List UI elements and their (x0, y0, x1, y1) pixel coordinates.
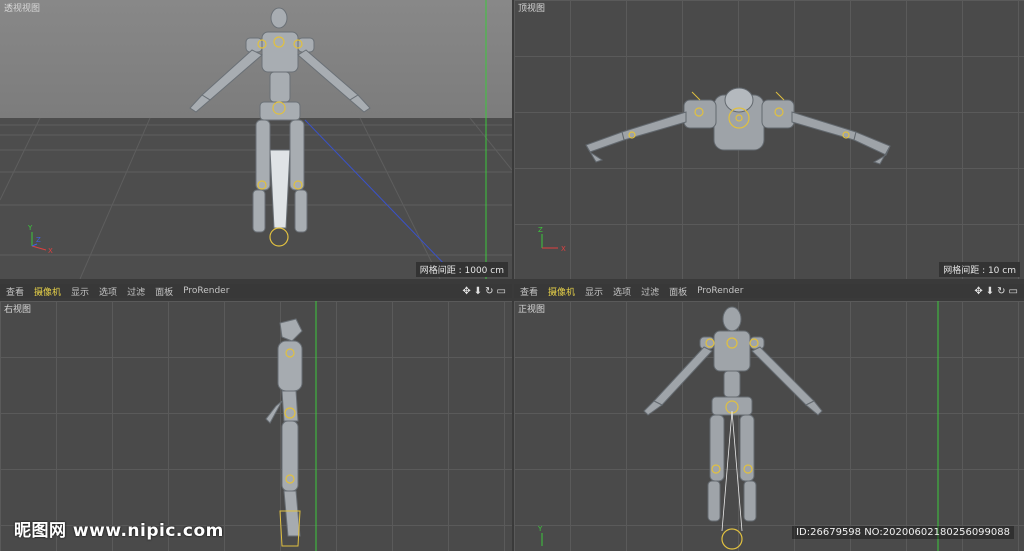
move-icon[interactable]: ✥ (974, 286, 982, 297)
menu-display[interactable]: 显示 (71, 285, 89, 298)
svg-text:Z: Z (538, 226, 543, 234)
menu-options[interactable]: 选项 (99, 285, 117, 298)
menu-view[interactable]: 查看 (520, 285, 538, 298)
view-nav-icons: ✥ ⬇ ↻ ▭ (974, 284, 1018, 298)
viewport-label: 正视图 (518, 305, 546, 315)
menu-filter[interactable]: 过滤 (127, 285, 145, 298)
menu-panel[interactable]: 面板 (155, 285, 173, 298)
right-viewport[interactable]: 右视图 (0, 301, 512, 551)
svg-text:X: X (561, 245, 566, 253)
rotate-icon[interactable]: ↻ (997, 286, 1005, 297)
svg-text:Y: Y (27, 224, 33, 232)
front-scene: Y (537, 301, 939, 551)
viewport-label: 右视图 (4, 305, 32, 315)
blue-axis-line (304, 119, 451, 271)
rotate-icon[interactable]: ↻ (485, 286, 493, 297)
axis-gizmo: Y X Z (27, 224, 53, 255)
rig-lines-front (721, 410, 743, 532)
perspective-viewport[interactable]: Y X Z 透视视图 网格间距 : 1000 cm (0, 0, 512, 279)
grid-spacing-readout: 网格间距 : 10 cm (939, 262, 1020, 277)
top-scene: Z X (538, 87, 891, 253)
robot-figure (189, 7, 371, 233)
svg-text:Z: Z (36, 236, 41, 244)
axis-gizmo: Y (537, 525, 543, 546)
svg-text:X: X (48, 247, 53, 255)
front-viewport[interactable]: Y 正视图 (514, 301, 1024, 551)
viewport-menu-bar-right: 查看 摄像机 显示 选项 过滤 面板 ProRender ✥ ⬇ ↻ ▭ (514, 284, 1024, 298)
image-id-watermark: ID:26679598 NO:20200602180256099088 (792, 526, 1014, 539)
move-icon[interactable]: ✥ (462, 286, 470, 297)
robot-figure-top (585, 87, 891, 165)
maximize-icon[interactable]: ▭ (1009, 286, 1018, 297)
menu-camera[interactable]: 摄像机 (548, 285, 575, 298)
robot-figure-side (265, 318, 303, 537)
axis-gizmo: Z X (538, 226, 566, 253)
menu-prorender[interactable]: ProRender (183, 286, 229, 296)
menu-camera[interactable]: 摄像机 (34, 285, 61, 298)
down-arrow-icon[interactable]: ⬇ (986, 286, 994, 297)
menu-view[interactable]: 查看 (6, 285, 24, 298)
right-scene (265, 301, 317, 551)
site-watermark: 昵图网 www.nipic.com (14, 521, 224, 541)
robot-figure-front (643, 306, 823, 522)
down-arrow-icon[interactable]: ⬇ (474, 286, 482, 297)
view-nav-icons: ✥ ⬇ ↻ ▭ (462, 284, 506, 298)
menu-display[interactable]: 显示 (585, 285, 603, 298)
menu-panel[interactable]: 面板 (669, 285, 687, 298)
menu-filter[interactable]: 过滤 (641, 285, 659, 298)
menu-prorender[interactable]: ProRender (697, 286, 743, 296)
grid-spacing-readout: 网格间距 : 1000 cm (415, 262, 508, 277)
top-viewport[interactable]: Z X 顶视图 网格间距 : 10 cm (514, 0, 1024, 279)
viewport-menu-bar-left: 查看 摄像机 显示 选项 过滤 面板 ProRender ✥ ⬇ ↻ ▭ (0, 284, 512, 298)
viewport-label: 顶视图 (518, 4, 546, 14)
maximize-icon[interactable]: ▭ (497, 286, 506, 297)
viewport-label: 透视视图 (4, 4, 41, 14)
menu-options[interactable]: 选项 (613, 285, 631, 298)
perspective-scene: Y X Z (0, 0, 512, 279)
svg-text:Y: Y (537, 525, 543, 533)
